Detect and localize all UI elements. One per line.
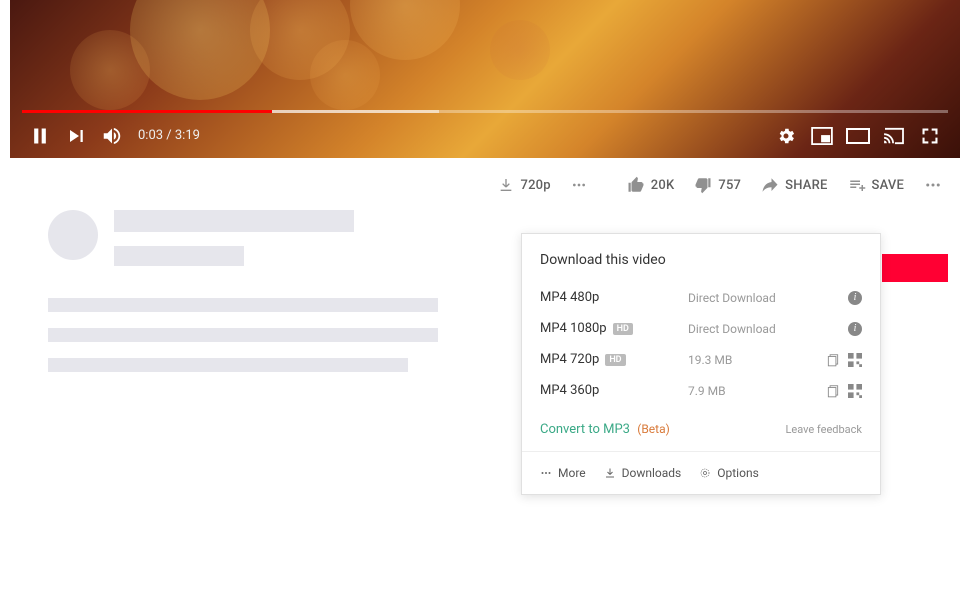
desc-line-placeholder (48, 328, 438, 342)
convert-row: Convert to MP3 (Beta) Leave feedback (522, 406, 880, 451)
options-label: Options (717, 466, 759, 480)
pause-button[interactable] (22, 118, 58, 154)
copy-icon[interactable] (826, 384, 840, 398)
info-icon[interactable]: i (848, 322, 862, 336)
thumbs-down-icon (694, 176, 712, 194)
theater-icon (846, 128, 870, 144)
more-quality-button[interactable] (565, 173, 593, 197)
dropdown-footer: More Downloads Options (522, 451, 880, 494)
subtitle-placeholder (114, 246, 244, 266)
theater-button[interactable] (840, 118, 876, 154)
feedback-link[interactable]: Leave feedback (785, 423, 862, 436)
download-option-720p[interactable]: MP4 720p HD 19.3 MB (522, 344, 880, 375)
format-label: MP4 480p (540, 290, 599, 305)
save-label: SAVE (872, 178, 905, 193)
video-player[interactable]: 0:03 / 3:19 (10, 0, 960, 158)
format-info: Direct Download (688, 322, 840, 336)
format-size: 7.9 MB (688, 384, 818, 398)
convert-mp3-link[interactable]: Convert to MP3 (540, 422, 630, 437)
ellipsis-icon (540, 467, 552, 479)
fullscreen-button[interactable] (912, 118, 948, 154)
thumbs-up-icon (627, 176, 645, 194)
dislike-button[interactable]: 757 (688, 172, 747, 198)
playlist-add-icon (848, 176, 866, 194)
player-controls: 0:03 / 3:19 (10, 113, 960, 158)
time-display: 0:03 / 3:19 (138, 128, 200, 143)
download-option-1080p[interactable]: MP4 1080p HD Direct Download i (522, 313, 880, 344)
volume-button[interactable] (94, 118, 130, 154)
more-actions-button[interactable] (918, 172, 948, 198)
options-button[interactable]: Options (699, 466, 759, 480)
more-label: More (558, 466, 586, 480)
gear-icon (776, 126, 796, 146)
fullscreen-icon (920, 126, 940, 146)
pause-icon (30, 126, 50, 146)
subscribe-button[interactable] (882, 254, 948, 282)
share-icon (761, 176, 779, 194)
format-label: MP4 360p (540, 383, 599, 398)
copy-icon[interactable] (826, 353, 840, 367)
cast-icon (883, 127, 905, 145)
beta-label: (Beta) (637, 422, 670, 436)
volume-icon (101, 125, 123, 147)
qr-icon[interactable] (848, 353, 862, 367)
downloads-label: Downloads (622, 466, 682, 480)
video-actions: 720p 20K 757 SHARE SAVE (0, 158, 970, 206)
ellipsis-icon (571, 177, 587, 193)
share-label: SHARE (785, 178, 827, 193)
info-icon[interactable]: i (848, 291, 862, 305)
like-button[interactable]: 20K (621, 172, 681, 198)
dislike-count: 757 (718, 178, 741, 193)
cast-button[interactable] (876, 118, 912, 154)
format-size: 19.3 MB (688, 353, 818, 367)
share-button[interactable]: SHARE (755, 172, 833, 198)
settings-button[interactable] (768, 118, 804, 154)
save-button[interactable]: SAVE (842, 172, 911, 198)
format-label: MP4 1080p (540, 321, 607, 336)
qr-icon[interactable] (848, 384, 862, 398)
dropdown-title: Download this video (522, 234, 880, 282)
format-label: MP4 720p (540, 352, 599, 367)
like-count: 20K (651, 178, 675, 193)
download-icon (498, 177, 514, 193)
title-placeholder (114, 210, 354, 232)
channel-avatar-placeholder (48, 210, 98, 260)
downloads-button[interactable]: Downloads (604, 466, 682, 480)
download-dropdown: Download this video MP4 480p Direct Down… (521, 233, 881, 495)
download-icon (604, 467, 616, 479)
next-button[interactable] (58, 118, 94, 154)
miniplayer-icon (811, 127, 833, 145)
more-button[interactable]: More (540, 466, 586, 480)
download-option-480p[interactable]: MP4 480p Direct Download i (522, 282, 880, 313)
format-info: Direct Download (688, 291, 840, 305)
gear-icon (699, 467, 711, 479)
quality-label: 720p (520, 178, 550, 193)
hd-badge: HD (605, 354, 625, 366)
miniplayer-button[interactable] (804, 118, 840, 154)
ellipsis-icon (924, 176, 942, 194)
desc-line-placeholder (48, 298, 438, 312)
next-icon (67, 127, 85, 145)
hd-badge: HD (613, 323, 633, 335)
desc-line-placeholder (48, 358, 408, 372)
download-quality-button[interactable]: 720p (492, 173, 556, 197)
download-option-360p[interactable]: MP4 360p 7.9 MB (522, 375, 880, 406)
